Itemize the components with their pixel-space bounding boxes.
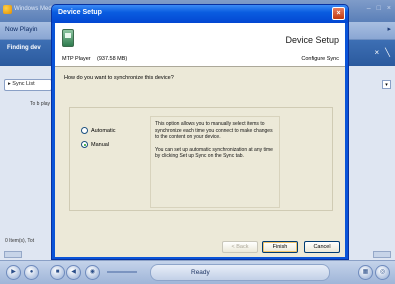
banner-icons: × ╲ [375, 48, 391, 57]
close-x-icon[interactable]: × [375, 48, 380, 57]
previous-icon[interactable]: ◀ [66, 265, 81, 280]
tab-now-playing[interactable]: Now Playin [5, 26, 38, 33]
repeat-icon[interactable]: ● [24, 265, 39, 280]
device-name: MTP Player [62, 56, 91, 62]
header-subtitle: Configure Sync [301, 56, 339, 62]
radio-automatic[interactable]: Automatic [81, 127, 115, 134]
status-display: Ready [150, 264, 330, 281]
description-paragraph-2: You can set up automatic synchronization… [155, 146, 273, 160]
minimize-icon[interactable]: – [367, 5, 371, 12]
portable-device-icon [62, 29, 74, 47]
dialog-body: MTP Player (937.58 MB) Device Setup Conf… [55, 23, 345, 257]
playback-controls: ▶ ● ■ ◀ ◉ Ready ▦ ◎ [0, 260, 395, 284]
chevron-right-icon: ▸ [8, 81, 11, 87]
media-player-logo-icon [3, 5, 12, 14]
full-screen-icon[interactable]: ◎ [375, 265, 390, 280]
radio-automatic-circle[interactable] [81, 127, 88, 134]
left-mini-button[interactable] [4, 251, 22, 258]
switch-layout-icon[interactable]: ▦ [358, 265, 373, 280]
radio-automatic-label: Automatic [91, 127, 116, 134]
finish-button[interactable]: Finish [262, 241, 298, 253]
shuffle-icon[interactable]: ▶ [6, 265, 21, 280]
device-setup-dialog: Device Setup × MTP Player (937.58 MB) De… [51, 4, 349, 260]
cancel-button[interactable]: Cancel [304, 241, 340, 253]
radio-manual-circle[interactable] [81, 141, 88, 148]
status-text: Ready [191, 269, 210, 276]
dialog-header: MTP Player (937.58 MB) Device Setup Conf… [55, 23, 345, 67]
tab-overflow-icon[interactable]: ▸ [387, 25, 391, 33]
maximize-icon[interactable]: □ [377, 5, 381, 12]
dialog-close-button[interactable]: × [332, 7, 345, 20]
device-size: (937.58 MB) [97, 56, 128, 62]
edit-icon[interactable]: ╲ [385, 48, 390, 57]
sync-list-dropdown[interactable]: ▸ Sync List [4, 79, 52, 91]
back-button[interactable]: < Back [222, 241, 258, 253]
dialog-title: Device Setup [58, 9, 102, 16]
header-title: Device Setup [285, 35, 339, 45]
description-paragraph-1: This option allows you to manually selec… [155, 121, 273, 140]
stop-icon[interactable]: ■ [50, 265, 65, 280]
items-count: 0 Item(s), Tot [5, 238, 35, 244]
volume-slider[interactable] [107, 271, 137, 273]
sync-options-panel: Automatic Manual This option allows you … [69, 107, 333, 211]
mute-icon[interactable]: ◉ [85, 265, 100, 280]
close-icon[interactable]: × [387, 5, 391, 12]
finding-device-label: Finding dev [7, 45, 41, 51]
dialog-titlebar: Device Setup × [52, 5, 348, 23]
right-mini-button[interactable] [373, 251, 391, 258]
player-window-controls: – □ × [367, 5, 391, 12]
radio-manual[interactable]: Manual [81, 141, 109, 148]
option-description: This option allows you to manually selec… [150, 116, 280, 208]
sync-question: How do you want to synchronize this devi… [64, 75, 174, 81]
sync-list-label: Sync List [12, 81, 35, 87]
radio-manual-label: Manual [91, 141, 110, 148]
chevron-down-icon[interactable]: ▾ [382, 80, 391, 89]
